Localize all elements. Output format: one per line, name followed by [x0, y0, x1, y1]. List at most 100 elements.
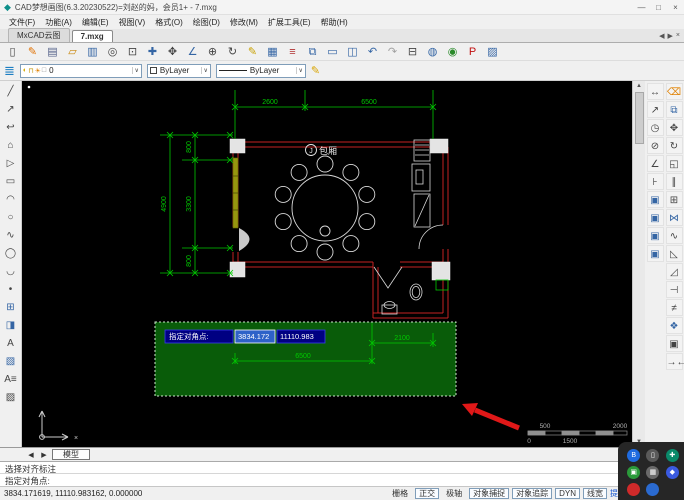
new-file-icon[interactable]: ▯ — [3, 44, 22, 60]
pan-icon[interactable]: ✥ — [163, 44, 182, 60]
layout-prev-icon[interactable]: ◀ — [26, 451, 36, 459]
mtext-icon[interactable]: A≡ — [2, 371, 20, 388]
display-icon[interactable]: ◫ — [343, 44, 362, 60]
menu-view[interactable]: 视图(V) — [114, 17, 151, 28]
minimize-button[interactable]: — — [633, 3, 650, 12]
toggle-lineweight[interactable]: 线宽 — [583, 488, 607, 499]
dim-continue-icon[interactable]: ⊦ — [647, 173, 664, 190]
dim-linear-icon[interactable]: ↔ — [647, 83, 664, 100]
tab-prev-icon[interactable]: ◀ — [659, 32, 664, 40]
rectangle-icon[interactable]: ▭ — [2, 173, 20, 190]
web-icon[interactable]: ◍ — [423, 44, 442, 60]
dim-aligned-icon[interactable]: ↗ — [647, 101, 664, 118]
print-icon[interactable]: ⊟ — [403, 44, 422, 60]
spline-icon[interactable]: ∿ — [2, 227, 20, 244]
zoom-window-icon[interactable]: ⊡ — [123, 44, 142, 60]
redo-icon[interactable]: ↷ — [383, 44, 402, 60]
tab-7mxg[interactable]: 7.mxg — [72, 30, 113, 42]
sheet-copy-icon[interactable]: ⧉ — [303, 44, 322, 60]
chamfer-icon[interactable]: ◺ — [666, 245, 683, 262]
spline-edit-icon[interactable]: ∿ — [666, 227, 683, 244]
vertical-scrollbar[interactable]: ▲ ▼ — [632, 81, 645, 447]
layer-bulb-icon[interactable]: ◐ — [23, 67, 27, 75]
offset-icon[interactable]: ∥ — [666, 173, 683, 190]
tray-camera-icon[interactable]: ▦ — [646, 466, 659, 479]
palette-icon[interactable]: ▦ — [263, 44, 282, 60]
layer-freeze-icon[interactable]: ☀ — [35, 67, 41, 75]
text-icon[interactable]: A — [2, 335, 20, 352]
array-icon[interactable]: ⊞ — [666, 191, 683, 208]
command-line[interactable]: 选择对齐标注 指定对角点: — [0, 461, 684, 486]
dim-diameter-icon[interactable]: ⊘ — [647, 137, 664, 154]
tab-close-icon[interactable]: × — [676, 32, 680, 40]
layer-lock-icon[interactable]: ⊓ — [28, 67, 33, 75]
image-insert-icon[interactable]: ▨ — [483, 44, 502, 60]
zoom-icon[interactable]: ◎ — [103, 44, 122, 60]
blocks-tool-1-icon[interactable]: ▣ — [647, 191, 664, 208]
ellipse-icon[interactable]: ◯ — [2, 245, 20, 262]
color-select[interactable]: ByLayer ∨ — [147, 64, 211, 78]
polygon-icon[interactable]: ⌂ — [2, 137, 20, 154]
toggle-grid[interactable]: 栅格 — [388, 488, 412, 499]
match-properties-icon[interactable]: ✎ — [311, 64, 320, 77]
erase-icon[interactable]: ⌫ — [666, 83, 683, 100]
revision-cloud-icon[interactable]: ◡ — [2, 263, 20, 280]
image-icon[interactable]: ▧ — [2, 353, 20, 370]
regen-icon[interactable]: ↻ — [223, 44, 242, 60]
toggle-ortho[interactable]: 正交 — [415, 488, 439, 499]
join-icon[interactable]: →← — [666, 353, 683, 370]
layer-select[interactable]: ◐⊓☀□ 0 ∨ — [20, 64, 142, 78]
measure-icon[interactable]: ∠ — [183, 44, 202, 60]
dim-angular-icon[interactable]: ∠ — [647, 155, 664, 172]
trim-icon[interactable]: ⊣ — [666, 281, 683, 298]
toggle-polar[interactable]: 极轴 — [442, 488, 466, 499]
polygon2-icon[interactable]: ▷ — [2, 155, 20, 172]
text-style-icon[interactable]: ≡ — [283, 44, 302, 60]
scroll-up-icon[interactable]: ▲ — [633, 81, 645, 91]
mirror-icon[interactable]: ⋈ — [666, 209, 683, 226]
move-icon[interactable]: ✥ — [666, 119, 683, 136]
maximize-button[interactable]: □ — [650, 3, 667, 12]
menu-draw[interactable]: 绘图(D) — [188, 17, 225, 28]
sketch-icon[interactable]: ✎ — [23, 44, 42, 60]
web-publish-icon[interactable]: ◉ — [443, 44, 462, 60]
scrollbar-thumb[interactable] — [635, 92, 644, 144]
menu-help[interactable]: 帮助(H) — [316, 17, 353, 28]
linetype-select[interactable]: ByLayer ∨ — [216, 64, 306, 78]
menu-edit[interactable]: 编辑(E) — [77, 17, 114, 28]
undo-icon[interactable]: ↶ — [363, 44, 382, 60]
zoom-object-icon[interactable]: ⊕ — [203, 44, 222, 60]
blocks-tool-3-icon[interactable]: ▣ — [647, 227, 664, 244]
menu-function[interactable]: 功能(A) — [40, 17, 77, 28]
tray-green-icon[interactable]: ▣ — [627, 466, 640, 479]
toggle-otrack[interactable]: 对象追踪 — [512, 488, 552, 499]
tray-clipboard-icon[interactable]: ▯ — [646, 449, 659, 462]
command-prompt[interactable]: 指定对角点: — [0, 474, 684, 486]
point-icon[interactable]: • — [2, 281, 20, 298]
pdf-export-icon[interactable]: P — [463, 44, 482, 60]
circle-icon[interactable]: ○ — [2, 209, 20, 226]
blocks-tool-4-icon[interactable]: ▣ — [647, 245, 664, 262]
open-file-icon[interactable]: ▱ — [63, 44, 82, 60]
line-icon[interactable]: ╱ — [2, 83, 20, 100]
save-as-icon[interactable]: ▥ — [83, 44, 102, 60]
polyline-icon[interactable]: ↩ — [2, 119, 20, 136]
toggle-dyn[interactable]: DYN — [555, 488, 580, 499]
insert-block-icon[interactable]: ⊞ — [2, 299, 20, 316]
layout-next-icon[interactable]: ▶ — [39, 451, 49, 459]
tab-next-icon[interactable]: ▶ — [668, 32, 673, 40]
copy-icon[interactable]: ⧉ — [666, 101, 683, 118]
tray-red-icon[interactable]: ● — [627, 483, 640, 496]
boundary-icon[interactable]: ▣ — [666, 335, 683, 352]
construction-line-icon[interactable]: ↗ — [2, 101, 20, 118]
menu-file[interactable]: 文件(F) — [4, 17, 40, 28]
save-icon[interactable]: ▤ — [43, 44, 62, 60]
hatch-icon[interactable]: ▨ — [2, 389, 20, 406]
menu-format[interactable]: 格式(O) — [150, 17, 188, 28]
menu-modify[interactable]: 修改(M) — [225, 17, 263, 28]
fillet-icon[interactable]: ◿ — [666, 263, 683, 280]
toggle-osnap[interactable]: 对象捕捉 — [469, 488, 509, 499]
blocks-tool-2-icon[interactable]: ▣ — [647, 209, 664, 226]
zoom-extents-icon[interactable]: ✚ — [143, 44, 162, 60]
monitor-icon[interactable]: ▭ — [323, 44, 342, 60]
